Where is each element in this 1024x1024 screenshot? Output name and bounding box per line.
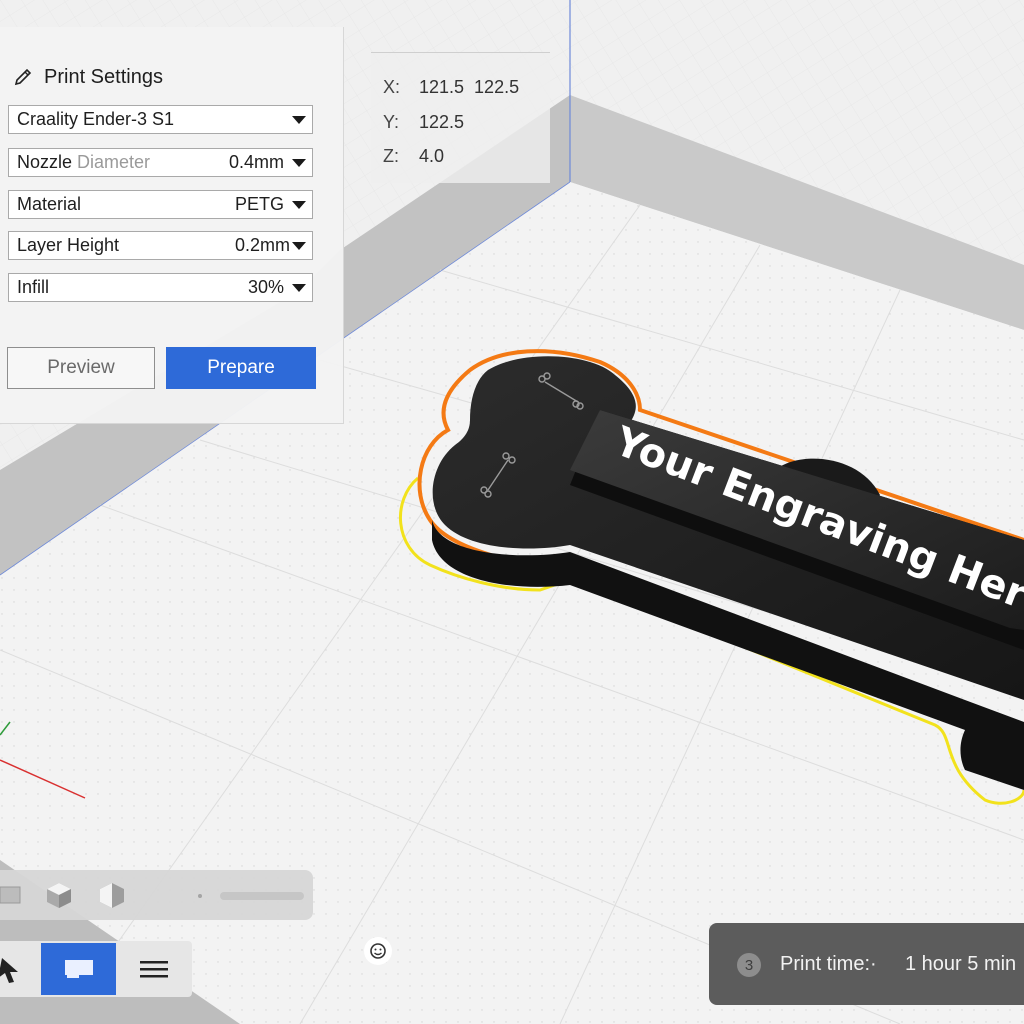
dropdown-caret-icon xyxy=(292,200,306,209)
side-view-icon[interactable] xyxy=(96,880,128,910)
print-settings-title: Print Settings xyxy=(44,65,163,88)
nozzle-label: Nozzle Diameter xyxy=(17,152,151,172)
infill-select[interactable]: Infill 30% xyxy=(8,273,313,302)
print-settings-header: Print Settings xyxy=(12,63,163,91)
dropdown-caret-icon xyxy=(292,158,306,167)
layer-height-value: 0.2mm xyxy=(234,235,290,255)
prepare-button[interactable]: Prepare xyxy=(166,347,316,389)
print-time-value: 1 hour 5 min xyxy=(905,953,1017,975)
print-time-status: 3 Print time:· 1 hour 5 min xyxy=(709,923,1024,1005)
material-label: Material xyxy=(17,194,82,214)
preview-button[interactable]: Preview xyxy=(7,347,155,389)
menu-button[interactable] xyxy=(132,951,176,987)
menu-icon xyxy=(140,961,168,978)
nozzle-value: 0.4mm xyxy=(228,152,284,172)
infill-value: 30% xyxy=(247,277,284,297)
slider-icon[interactable] xyxy=(196,890,306,902)
view-toolbar xyxy=(0,870,313,920)
view-box-icon[interactable] xyxy=(0,883,22,907)
dropdown-caret-icon xyxy=(292,115,306,124)
print-time-label: Print time:· xyxy=(780,953,877,975)
tool-toolbar xyxy=(0,941,192,997)
coord-x: X: 121.5 122.5 xyxy=(383,77,520,97)
nozzle-select[interactable]: Nozzle Diameter 0.4mm xyxy=(8,148,313,177)
step-number-badge: 3 xyxy=(737,953,761,977)
printer-select[interactable]: Craality Ender-3 S1 xyxy=(8,105,313,134)
layer-height-select[interactable]: Layer Height 0.2mm xyxy=(8,231,313,260)
dropdown-caret-icon xyxy=(292,283,306,292)
dropdown-caret-icon xyxy=(292,241,306,250)
infill-label: Infill xyxy=(17,277,50,297)
material-value: PETG xyxy=(234,194,284,214)
isometric-view-icon[interactable] xyxy=(43,880,75,910)
coordinates-panel: X: 121.5 122.5 Y: 122.5 Z: 4.0 xyxy=(371,52,550,183)
coord-y: Y: 122.5 xyxy=(383,112,465,132)
face-icon[interactable] xyxy=(364,937,392,965)
printer-name: Craality Ender-3 S1 xyxy=(17,109,175,129)
coord-z: Z: 4.0 xyxy=(383,146,445,166)
layer-height-label: Layer Height xyxy=(17,235,120,255)
pencil-icon xyxy=(14,68,32,86)
display-button[interactable] xyxy=(41,943,116,995)
move-tool-icon[interactable] xyxy=(0,953,24,985)
display-icon xyxy=(64,960,93,978)
material-select[interactable]: Material PETG xyxy=(8,190,313,219)
